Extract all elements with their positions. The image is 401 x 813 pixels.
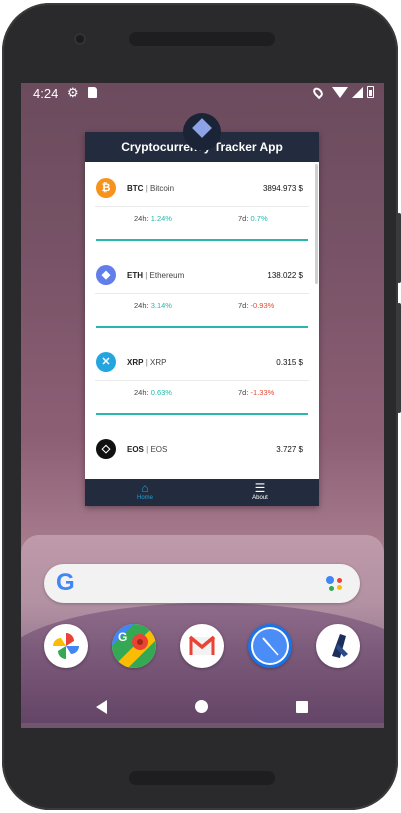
dock-app-row: G (21, 624, 384, 668)
wifi-icon (332, 86, 348, 98)
coin-name: Bitcoin (150, 184, 175, 193)
coin-price: 0.315 $ (276, 358, 303, 367)
google-logo-icon: G (56, 569, 75, 596)
system-nav-bar (21, 688, 384, 728)
change-7d: 7d: 0.7% (238, 214, 268, 223)
volume-button[interactable] (397, 303, 401, 413)
change-24h: 24h: 3.14% (134, 301, 172, 310)
ethereum-icon: ◆ (96, 265, 116, 285)
coin-name: XRP (150, 358, 167, 367)
row-separator (95, 380, 309, 381)
front-camera (74, 33, 86, 45)
nav-home[interactable]: ⌂ Home (125, 481, 165, 501)
coin-divider (96, 413, 308, 415)
google-photos-icon[interactable] (44, 624, 88, 668)
change-7d: 7d: -1.33% (238, 388, 275, 397)
power-button[interactable] (397, 213, 401, 283)
settings-icon: ⚙ (67, 85, 79, 100)
location-icon (311, 85, 325, 99)
coin-price: 3894.973 $ (262, 184, 303, 193)
row-separator (95, 293, 309, 294)
scrollbar[interactable] (315, 164, 318, 284)
coin-row-xrp[interactable]: ✕ XRP | XRP 0.315 $ 24h: 0.63% 7d: -1.33… (85, 336, 319, 424)
google-maps-icon[interactable]: G (112, 624, 156, 668)
screen: 4:24 ⚙ Cryptocurrency Tracker App ₿ BTC … (21, 83, 384, 728)
svg-text:G: G (118, 630, 127, 644)
gmail-icon[interactable] (180, 624, 224, 668)
app-icon[interactable] (316, 624, 360, 668)
bitcoin-icon: ₿ (96, 178, 116, 198)
back-icon[interactable] (96, 700, 107, 714)
coin-symbol: EOS (127, 445, 144, 454)
status-time: 4:24 (33, 86, 59, 101)
coin-name: EOS (150, 445, 168, 454)
status-bar: 4:24 ⚙ (21, 83, 384, 103)
coin-list[interactable]: ₿ BTC | Bitcoin 3894.973 $ 24h: 1.24% 7d… (85, 162, 319, 479)
top-speaker (129, 32, 275, 46)
change-7d: 7d: -0.93% (238, 301, 275, 310)
change-24h: 24h: 0.63% (134, 388, 172, 397)
coin-row-eth[interactable]: ◆ ETH | Ethereum 138.022 $ 24h: 3.14% 7d… (85, 249, 319, 337)
bottom-nav: ⌂ Home ☰ About (85, 479, 319, 506)
google-search-bar[interactable]: G (44, 564, 360, 603)
home-icon: ⌂ (141, 481, 149, 495)
signal-icon (352, 86, 363, 98)
recents-icon[interactable] (296, 701, 308, 713)
row-separator (95, 206, 309, 207)
coin-divider (96, 239, 308, 241)
coin-row-eos[interactable]: ◇ EOS | EOS 3.727 $ (85, 423, 319, 479)
phone-frame: 4:24 ⚙ Cryptocurrency Tracker App ₿ BTC … (2, 3, 401, 810)
coin-symbol: XRP (127, 358, 144, 367)
nav-about[interactable]: ☰ About (240, 481, 280, 501)
ethereum-logo-icon (192, 118, 212, 138)
change-24h: 24h: 1.24% (134, 214, 172, 223)
coin-row-btc[interactable]: ₿ BTC | Bitcoin 3894.973 $ 24h: 1.24% 7d… (85, 162, 319, 250)
ripple-icon: ✕ (96, 352, 116, 372)
clock-icon[interactable] (248, 624, 292, 668)
coin-divider (96, 326, 308, 328)
sliders-icon: ☰ (254, 481, 266, 495)
coin-name: Ethereum (149, 271, 185, 280)
bottom-speaker (129, 771, 275, 785)
battery-icon (367, 86, 374, 98)
recent-app-card[interactable]: Cryptocurrency Tracker App ₿ BTC | Bitco… (85, 132, 319, 506)
coin-price: 138.022 $ (267, 271, 303, 280)
coin-symbol: BTC (127, 184, 144, 193)
home-button-icon[interactable] (195, 700, 208, 713)
coin-symbol: ETH (127, 271, 143, 280)
app-icon[interactable] (183, 113, 221, 151)
eos-icon: ◇ (96, 439, 116, 459)
google-assistant-icon[interactable] (326, 576, 346, 592)
sd-card-icon (88, 87, 97, 98)
coin-price: 3.727 $ (276, 445, 303, 454)
